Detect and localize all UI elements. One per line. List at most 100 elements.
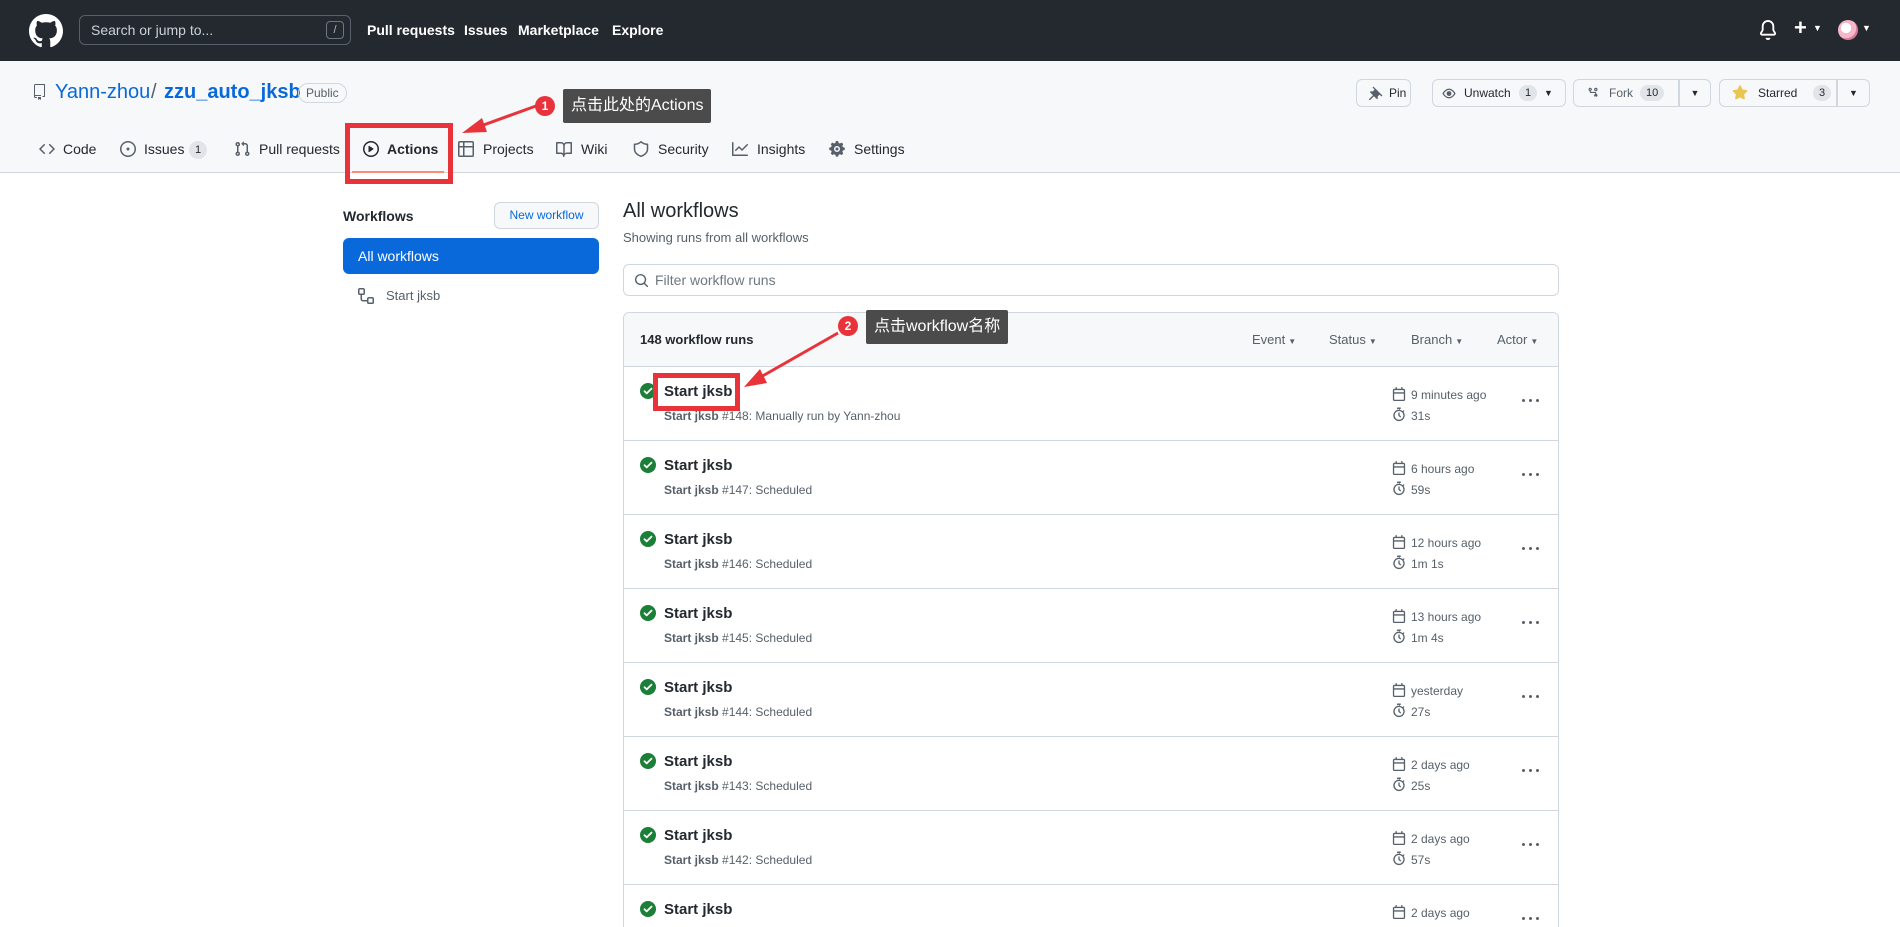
workflow-runs-list: 148 workflow runs Event ▼ Status ▼ Branch ▼… (623, 312, 1559, 927)
repo-name-link[interactable]: zzu_auto_jksb (164, 81, 301, 104)
tab-label: Insights (757, 141, 806, 157)
fork-button[interactable]: Fork 10 (1573, 79, 1679, 107)
status-filter-dropdown[interactable]: Status ▼ (1329, 332, 1377, 347)
workflow-run-title-link[interactable]: Start jksb (664, 457, 732, 474)
unwatch-button[interactable]: Unwatch 1 ▼ (1432, 79, 1566, 107)
tab-issues[interactable]: Issues 1 (120, 137, 210, 161)
workflow-run-title-link[interactable]: Start jksb (664, 679, 732, 696)
run-timestamp: 13 hours ago (1411, 610, 1482, 624)
annotation-step-2-badge: 2 (838, 316, 858, 336)
annotation-highlight-run-title (653, 373, 740, 411)
more-options-kebab-icon[interactable] (1520, 837, 1542, 853)
nav-marketplace[interactable]: Marketplace (518, 22, 599, 38)
nav-explore[interactable]: Explore (612, 22, 663, 38)
tab-code[interactable]: Code (39, 137, 99, 161)
event-filter-dropdown[interactable]: Event ▼ (1252, 332, 1296, 347)
more-options-kebab-icon[interactable] (1520, 467, 1542, 483)
new-workflow-button[interactable]: New workflow (494, 202, 599, 229)
create-new-plus-icon[interactable]: + (1794, 17, 1807, 39)
workflow-run-title-link[interactable]: Start jksb (664, 605, 732, 622)
sidebar-item-label: Start jksb (386, 288, 441, 303)
tab-label: Settings (854, 141, 905, 157)
tab-settings[interactable]: Settings (829, 137, 907, 161)
tab-label: Code (63, 141, 97, 157)
more-options-kebab-icon[interactable] (1520, 911, 1542, 927)
run-number: #143 (722, 779, 749, 793)
run-number: #142 (722, 853, 749, 867)
more-options-kebab-icon[interactable] (1520, 615, 1542, 631)
search-icon (634, 273, 649, 288)
nav-issues[interactable]: Issues (464, 22, 508, 38)
workflow-run-subtitle: Start jksb #144: Scheduled (664, 705, 812, 719)
run-timestamp: 6 hours ago (1411, 462, 1475, 476)
github-logo-icon[interactable] (29, 14, 63, 48)
more-options-kebab-icon[interactable] (1520, 689, 1542, 705)
workflow-run-title-link[interactable]: Start jksb (664, 827, 732, 844)
sidebar-item-all-workflows[interactable]: All workflows (343, 238, 599, 274)
nav-pull-requests[interactable]: Pull requests (367, 22, 455, 38)
repo-owner-link[interactable]: Yann-zhou (55, 81, 150, 104)
global-search-input[interactable]: Search or jump to... / (79, 15, 351, 45)
star-dropdown-button[interactable]: ▼ (1837, 79, 1870, 107)
tab-pull-requests[interactable]: Pull requests (234, 137, 340, 161)
tab-label: Wiki (581, 141, 608, 157)
notifications-bell-icon[interactable] (1758, 20, 1778, 40)
run-timestamp: yesterday (1411, 684, 1464, 698)
tab-insights[interactable]: Insights (732, 137, 807, 161)
tab-security[interactable]: Security (633, 137, 711, 161)
tab-wiki[interactable]: Wiki (556, 137, 611, 161)
chevron-down-icon: ▼ (1690, 88, 1700, 98)
chevron-down-icon[interactable]: ▼ (1862, 23, 1871, 33)
annotation-highlight-actions (345, 123, 453, 184)
filter-label: Branch (1411, 332, 1453, 347)
tab-projects[interactable]: Projects (458, 137, 534, 161)
run-number: #146 (722, 557, 749, 571)
filter-label: Actor (1497, 332, 1528, 347)
more-options-kebab-icon[interactable] (1520, 393, 1542, 409)
actor-filter-dropdown[interactable]: Actor ▼ (1497, 332, 1538, 347)
visibility-badge: Public (298, 83, 347, 103)
starred-label: Starred (1758, 86, 1798, 100)
calendar-icon (1392, 387, 1406, 401)
more-options-kebab-icon[interactable] (1520, 541, 1542, 557)
calendar-icon (1392, 831, 1406, 845)
filter-label: Status (1329, 332, 1366, 347)
pin-button[interactable]: Pin (1356, 79, 1411, 107)
run-duration: 25s (1411, 779, 1431, 793)
success-check-icon (640, 605, 656, 621)
shield-icon (633, 141, 649, 157)
filter-workflow-runs-input[interactable] (655, 265, 1545, 295)
chevron-down-icon: ▼ (1849, 88, 1858, 98)
workflow-run-row[interactable]: Start jksb 2 days ago (624, 885, 1558, 927)
run-number: #144 (722, 705, 749, 719)
chevron-down-icon: ▼ (1455, 337, 1464, 346)
workflow-run-row[interactable]: Start jksb Start jksb #144: Scheduled yest… (624, 663, 1558, 737)
workflow-run-row[interactable]: Start jksb Start jksb #147: Scheduled 6 ho… (624, 441, 1558, 515)
stars-count: 3 (1813, 85, 1832, 101)
fork-label: Fork (1609, 86, 1633, 100)
workflow-run-title-link[interactable]: Start jksb (664, 901, 732, 918)
forks-count: 10 (1640, 85, 1665, 101)
issues-count: 1 (189, 141, 208, 159)
fork-dropdown-button[interactable]: ▼ (1679, 79, 1711, 107)
workflow-run-subtitle: Start jksb #146: Scheduled (664, 557, 812, 571)
pull-request-icon (235, 141, 250, 157)
chevron-down-icon[interactable]: ▼ (1813, 23, 1822, 33)
run-trigger: : Manually run by Yann-zhou (748, 409, 901, 423)
code-icon (39, 143, 55, 155)
branch-filter-dropdown[interactable]: Branch ▼ (1411, 332, 1463, 347)
workflow-run-row[interactable]: Start jksb Start jksb #143: Scheduled 2 da… (624, 737, 1558, 811)
page-title: All workflows (623, 200, 739, 222)
user-avatar[interactable] (1838, 20, 1858, 40)
star-filled-icon (1732, 85, 1748, 100)
workflow-run-row[interactable]: Start jksb Start jksb #142: Scheduled 2 da… (624, 811, 1558, 885)
run-timestamp: 2 days ago (1411, 758, 1470, 772)
starred-button[interactable]: Starred 3 (1719, 79, 1837, 107)
workflow-run-row[interactable]: Start jksb Start jksb #146: Scheduled 12 h… (624, 515, 1558, 589)
workflow-run-row[interactable]: Start jksb Start jksb #145: Scheduled 13 h… (624, 589, 1558, 663)
workflow-run-title-link[interactable]: Start jksb (664, 531, 732, 548)
more-options-kebab-icon[interactable] (1520, 763, 1542, 779)
workflow-run-title-link[interactable]: Start jksb (664, 753, 732, 770)
annotation-step-1-label: 点击此处的Actions (563, 89, 712, 123)
workflow-run-row[interactable]: Start jksb Start jksb #148: Manually run … (624, 367, 1558, 441)
